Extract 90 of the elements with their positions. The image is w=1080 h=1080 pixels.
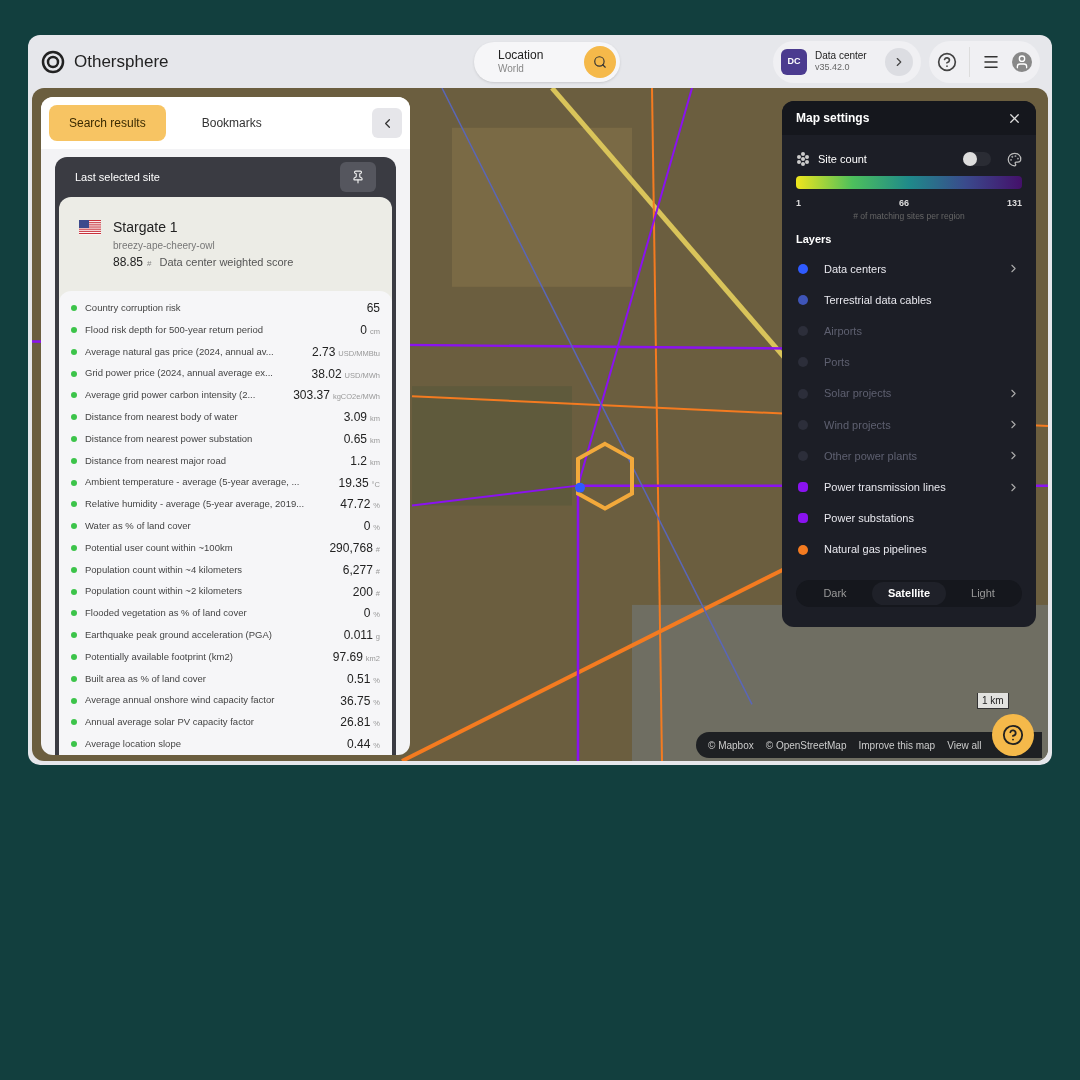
help-icon[interactable] — [937, 51, 957, 72]
panel-tab[interactable]: Bookmarks — [181, 105, 282, 141]
metric-value: 0.65 — [343, 430, 367, 448]
metric-label: Built area as % of land cover — [85, 671, 206, 686]
layer-item[interactable]: Natural gas pipelines — [782, 533, 1036, 566]
layers-title: Layers — [795, 231, 833, 247]
legend-max: 131 — [1006, 196, 1022, 210]
search-button[interactable] — [584, 45, 616, 78]
pin-icon — [351, 170, 365, 185]
attribution-link[interactable]: © Mapbox — [708, 737, 754, 753]
metric-value: 0 — [363, 518, 371, 536]
workspace-version: v35.42.0 — [815, 62, 851, 74]
brand-logo-icon — [40, 48, 66, 75]
basemap-tab[interactable]: Dark — [798, 582, 872, 605]
metric-value: 1.2 — [350, 452, 367, 470]
metric-label: Average annual onshore wind capacity factor — [85, 693, 275, 708]
metric-label: Relative humidity - average (5-year average, 2019... — [85, 497, 305, 512]
basemap-tab[interactable]: Light — [946, 582, 1020, 605]
metric-value: 26.81 — [340, 714, 371, 732]
metric-label: Population count within ~4 kilometers — [85, 562, 243, 577]
legend-mid: 66 — [899, 196, 909, 210]
metric-label: Water as % of land cover — [85, 519, 191, 533]
metric-label: Country corruption risk — [85, 301, 181, 316]
score-unit: # — [147, 258, 152, 271]
metric-value: 0 — [360, 321, 367, 339]
metric-value: 2.73 — [311, 343, 336, 361]
layer-item[interactable]: Power substations — [782, 502, 1036, 534]
workspace-badge: DC — [781, 48, 807, 75]
site-slug: breezy-ape-cheery-owl — [113, 239, 216, 254]
legend-caption: # of matching sites per region — [853, 210, 965, 223]
metric-label: Annual average solar PV capacity factor — [85, 715, 254, 730]
card-title: Last selected site — [75, 169, 160, 185]
metric-label: Grid power price (2024, annual average ex... — [85, 366, 273, 381]
metric-label: Population count within ~2 kilometers — [85, 584, 243, 599]
attribution-link[interactable]: View all — [947, 737, 982, 753]
metric-label: Distance from nearest body of water — [85, 410, 238, 424]
score-value: 88.85 — [113, 254, 144, 272]
metric-label: Earthquake peak ground acceleration (PGA) — [85, 628, 272, 642]
metric-label: Distance from nearest major road — [85, 453, 226, 468]
metric-value: 3.09 — [343, 409, 367, 427]
score-label: Data center weighted score — [159, 255, 294, 271]
attribution-link[interactable]: Improve this map — [858, 737, 936, 753]
metric-value: 6,277 — [342, 561, 373, 579]
user-icon[interactable] — [1012, 51, 1032, 72]
metric-value: 0.51 — [346, 670, 371, 688]
brand-name: Othersphere — [74, 50, 169, 73]
attribution-link[interactable]: © OpenStreetMap — [765, 737, 847, 753]
site-count-toggle[interactable] — [963, 152, 991, 167]
metric-value: 19.35 — [338, 474, 369, 492]
metric-label: Average grid power carbon intensity (2... — [85, 388, 256, 403]
metric-value: 38.02 — [311, 365, 342, 383]
hexagon-cluster-icon — [796, 152, 810, 167]
layer-item[interactable]: Terrestrial data cables — [782, 284, 1036, 316]
layer-item[interactable]: Power transmission lines — [782, 471, 1036, 503]
basemap-tab[interactable]: Satellite — [872, 582, 946, 605]
metric-value: 303.37 — [293, 387, 330, 405]
metric-value: 0.011 — [343, 627, 373, 645]
site-name: Stargate 1 — [113, 218, 179, 238]
metric-label: Distance from nearest power substation — [85, 431, 253, 446]
scale-bar: 1 km — [977, 693, 1009, 709]
metric-value: 97.69 — [332, 648, 363, 666]
layer-item[interactable]: Data centers — [782, 253, 1036, 285]
metric-value: 47.72 — [340, 496, 371, 514]
help-icon — [1002, 724, 1024, 746]
metric-label: Flooded vegetation as % of land cover — [85, 606, 247, 621]
metric-label: Potential user count within ~100km — [85, 540, 233, 555]
metric-label: Average natural gas price (2024, annual av... — [85, 344, 274, 359]
metric-label: Flood risk depth for 500-year return period — [85, 322, 263, 337]
us-flag-icon — [79, 220, 101, 236]
location-search[interactable]: Location World — [474, 41, 620, 82]
metric-label: Average location slope — [85, 736, 181, 751]
palette-icon[interactable] — [1007, 151, 1022, 167]
legend-min: 1 — [796, 196, 801, 210]
panel-title: Map settings — [796, 110, 870, 127]
metric-label: Potentially available footprint (km2) — [85, 649, 233, 664]
metric-value: 65 — [366, 300, 380, 318]
workspace-selector[interactable]: DC Data center v35.42.0 — [773, 40, 921, 83]
panel-tab[interactable]: Search results — [49, 105, 166, 141]
metric-value: 0 — [363, 605, 371, 623]
search-icon — [593, 54, 607, 69]
metric-value: 290,768 — [329, 539, 373, 557]
metric-value: 36.75 — [340, 692, 371, 710]
location-value: World — [498, 62, 525, 76]
metric-value: 0.44 — [346, 736, 371, 754]
pin-button[interactable] — [340, 162, 376, 193]
location-label: Location — [498, 47, 545, 63]
metric-label: Ambient temperature - average (5-year average, ... — [85, 475, 300, 490]
site-count-label: Site count — [818, 152, 867, 167]
metric-value: 200 — [352, 583, 373, 601]
workspace-name: Data center — [815, 49, 868, 63]
